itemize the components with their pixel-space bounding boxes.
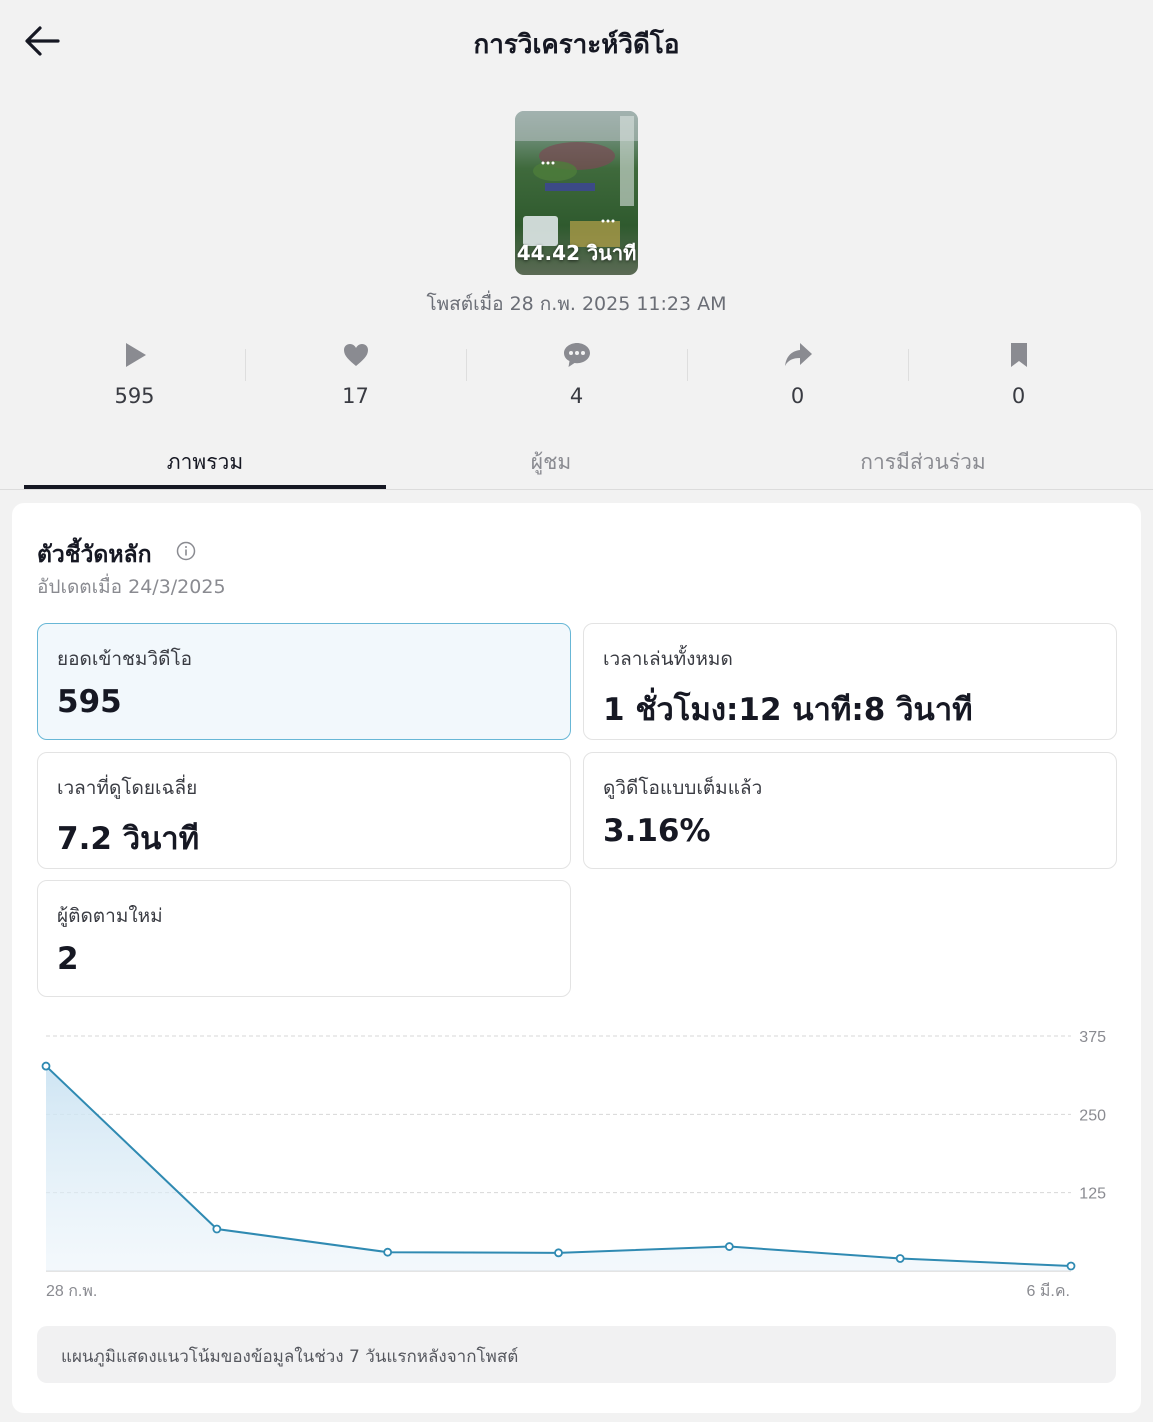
play-icon <box>125 343 146 367</box>
y-tick-label: 125 <box>1079 1186 1106 1203</box>
metric-value: 3.16% <box>603 813 711 849</box>
data-point <box>212 1224 222 1234</box>
posted-date: โพสต์เมื่อ 28 ก.พ. 2025 11:23 AM <box>426 293 727 315</box>
data-point <box>554 1248 563 1258</box>
tab-overview[interactable]: ภาพรวม <box>24 446 386 479</box>
y-tick-label: 375 <box>1079 1029 1106 1046</box>
tab-viewers[interactable]: ผู้ชม <box>370 446 732 479</box>
stat-value: 0 <box>1011 384 1026 408</box>
data-point <box>1066 1261 1076 1271</box>
stat-value: 17 <box>342 384 369 408</box>
views-trend-chart: 125 250 375 28 ก.พ. 6 มี.ค. <box>41 1029 1106 1300</box>
stat-value: 0 <box>790 384 805 408</box>
stat-views: 595 <box>24 335 245 417</box>
stat-likes: 17 <box>245 335 466 417</box>
stat-value: 595 <box>114 384 155 408</box>
updated-date: อัปเดตเมื่อ 24/3/2025 <box>37 576 226 598</box>
tab-engagement[interactable]: การมีส่วนร่วม <box>742 446 1104 479</box>
metric-label: ดูวิดีโอแบบเต็มแล้ว <box>603 777 763 799</box>
stat-value: 4 <box>569 384 584 408</box>
stat-shares: 0 <box>687 335 908 417</box>
section-title: ตัวชี้วัดหลัก <box>37 542 152 568</box>
metric-label: ผู้ติดตามใหม่ <box>57 905 163 927</box>
metric-full-video-watched[interactable]: ดูวิดีโอแบบเต็มแล้ว 3.16% <box>583 752 1117 869</box>
comment-icon <box>563 343 590 367</box>
info-icon[interactable] <box>176 541 196 561</box>
share-icon <box>784 343 812 366</box>
data-point <box>724 1242 734 1251</box>
metric-label: เวลาเล่นทั้งหมด <box>603 648 733 670</box>
metric-label: เวลาที่ดูโดยเฉลี่ย <box>57 777 198 799</box>
metric-value: 595 <box>57 684 122 720</box>
page-title: การวิเคราะห์วิดีโอ <box>473 30 680 60</box>
metric-total-play-time[interactable]: เวลาเล่นทั้งหมด 1 ชั่วโมง:12 นาที:8 วินา… <box>583 623 1117 740</box>
stats-row: 595 17 4 0 0 <box>24 335 1129 417</box>
metric-value: 2 <box>57 941 79 977</box>
y-tick-label: 250 <box>1079 1107 1106 1124</box>
data-point <box>383 1247 393 1257</box>
video-thumbnail[interactable]: 44.42 วินาที <box>515 111 638 275</box>
metric-new-followers[interactable]: ผู้ติดตามใหม่ 2 <box>37 880 571 997</box>
video-duration: 44.42 วินาที <box>516 241 637 265</box>
bookmark-icon <box>1010 343 1027 367</box>
data-point <box>895 1254 905 1263</box>
chart-caption: แผนภูมิแสดงแนวโน้มของข้อมูลในช่วง 7 วันแ… <box>37 1326 1116 1383</box>
metric-value: 1 ชั่วโมง:12 นาที:8 วินาที <box>603 692 973 728</box>
data-point <box>41 1061 51 1071</box>
metric-video-views[interactable]: ยอดเข้าชมวิดีโอ 595 <box>37 623 571 740</box>
tab-bar: ภาพรวม ผู้ชม การมีส่วนร่วม <box>0 430 1153 490</box>
metric-value: 7.2 วินาที <box>57 821 200 857</box>
metric-label: ยอดเข้าชมวิดีโอ <box>57 648 193 670</box>
x-tick-label: 28 ก.พ. <box>46 1283 97 1300</box>
stat-comments: 4 <box>466 335 687 417</box>
heart-icon <box>343 344 368 366</box>
header: การวิเคราะห์วิดีโอ <box>0 0 1153 84</box>
series-area <box>46 1066 1071 1271</box>
active-tab-indicator <box>24 485 386 489</box>
key-metrics-card: ตัวชี้วัดหลัก อัปเดตเมื่อ 24/3/2025 ยอดเ… <box>12 503 1141 1413</box>
stat-saves: 0 <box>908 335 1129 417</box>
metric-average-watch-time[interactable]: เวลาที่ดูโดยเฉลี่ย 7.2 วินาที <box>37 752 571 869</box>
x-tick-label: 6 มี.ค. <box>1027 1282 1070 1300</box>
